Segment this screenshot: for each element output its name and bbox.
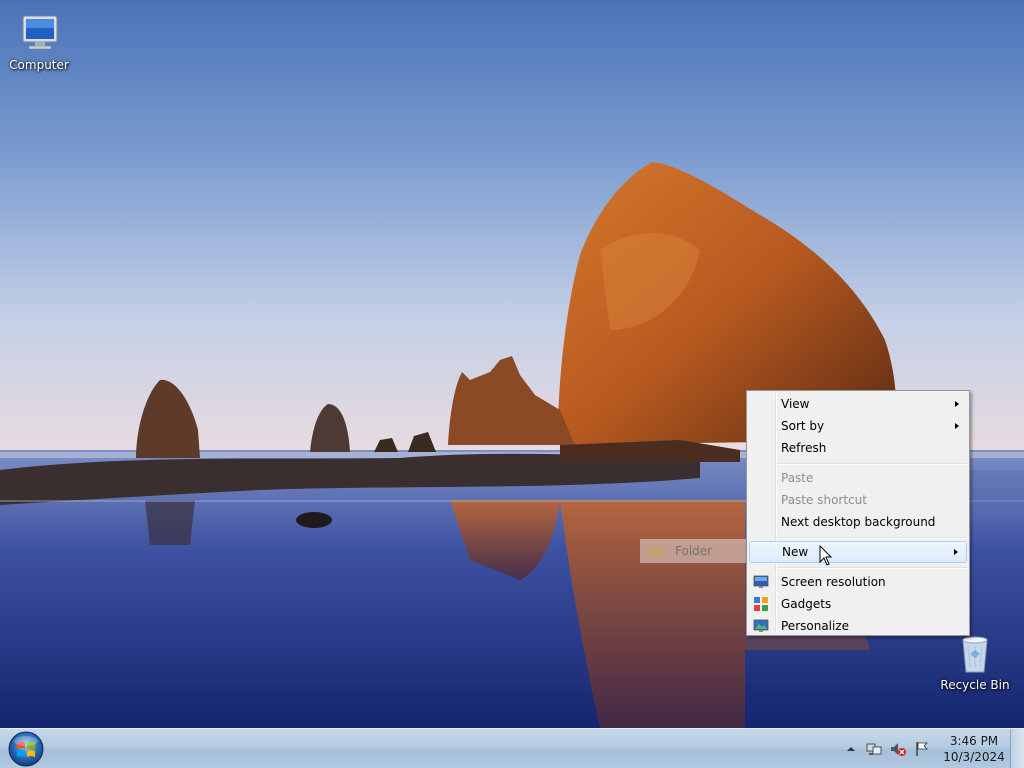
- menu-item-sort-by[interactable]: Sort by: [749, 415, 967, 437]
- action-center-flag-icon[interactable]: [914, 741, 930, 757]
- personalize-icon: [753, 619, 769, 632]
- clock-date: 10/3/2024: [943, 750, 1005, 764]
- network-icon[interactable]: [866, 741, 882, 757]
- submenu-arrow-icon: [955, 401, 959, 407]
- taskbar: 3:46 PM 10/3/2024: [0, 728, 1024, 768]
- menu-item-next-desktop-background-label: Next desktop background: [781, 515, 936, 529]
- gadgets-icon: [754, 597, 768, 611]
- menu-item-personalize[interactable]: Personalize: [749, 615, 967, 637]
- menu-item-next-desktop-background[interactable]: Next desktop background: [749, 511, 967, 533]
- recycle-bin-desktop-icon[interactable]: Recycle Bin: [937, 632, 1013, 692]
- menu-item-new[interactable]: New: [749, 541, 967, 563]
- menu-item-refresh[interactable]: Refresh: [749, 437, 967, 459]
- menu-item-gadgets[interactable]: Gadgets: [749, 593, 967, 615]
- submenu-arrow-icon: [954, 549, 958, 555]
- desktop[interactable]: Computer Recycle Bin Folder View Sort by…: [0, 0, 1024, 768]
- folder-icon: [649, 547, 663, 557]
- system-clock[interactable]: 3:46 PM 10/3/2024: [940, 733, 1008, 765]
- computer-icon: [22, 15, 58, 50]
- computer-icon-label: Computer: [9, 58, 69, 72]
- menu-item-view-label: View: [781, 397, 810, 411]
- folder-item-label: Folder: [675, 544, 713, 558]
- clock-time: 3:46 PM: [949, 734, 999, 748]
- screen-resolution-icon: [753, 575, 769, 588]
- new-submenu-folder-item[interactable]: Folder: [640, 539, 746, 563]
- show-hidden-icons-arrow[interactable]: [843, 741, 859, 757]
- mouse-cursor-icon: [819, 545, 833, 566]
- desktop-context-menu: View Sort by Refresh Paste Paste shortcu…: [746, 390, 970, 636]
- menu-item-paste-shortcut-label: Paste shortcut: [781, 493, 867, 507]
- recycle-bin-icon-label: Recycle Bin: [940, 678, 1010, 692]
- windows-start-orb-icon[interactable]: [6, 730, 46, 768]
- menu-item-paste-label: Paste: [781, 471, 814, 485]
- submenu-arrow-icon: [955, 423, 959, 429]
- menu-item-screen-resolution[interactable]: Screen resolution: [749, 571, 967, 593]
- menu-item-gadgets-label: Gadgets: [781, 597, 832, 611]
- menu-item-paste-shortcut: Paste shortcut: [749, 489, 967, 511]
- menu-item-personalize-label: Personalize: [781, 619, 850, 633]
- desktop-wallpaper: [0, 0, 1024, 730]
- recycle-bin-icon: [962, 636, 988, 673]
- menu-item-view[interactable]: View: [749, 393, 967, 415]
- menu-item-paste: Paste: [749, 467, 967, 489]
- menu-item-screen-resolution-label: Screen resolution: [781, 575, 886, 589]
- menu-item-sort-by-label: Sort by: [781, 419, 825, 433]
- volume-muted-icon[interactable]: [890, 741, 906, 757]
- menu-item-refresh-label: Refresh: [781, 441, 827, 455]
- computer-desktop-icon[interactable]: Computer: [1, 8, 77, 72]
- menu-item-new-label: New: [782, 545, 809, 559]
- menu-separator: [777, 537, 967, 539]
- show-desktop-button[interactable]: [1010, 729, 1024, 768]
- menu-separator: [777, 463, 967, 465]
- menu-separator: [777, 567, 967, 569]
